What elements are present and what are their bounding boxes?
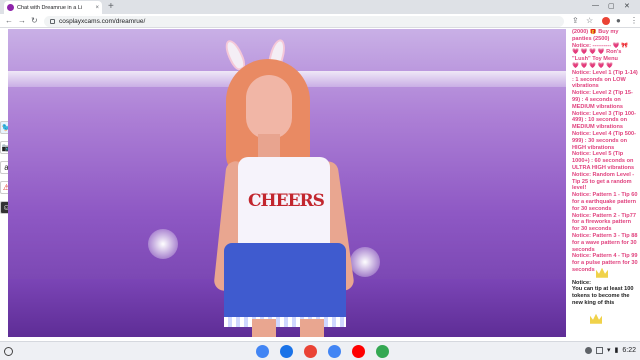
chat-message: 💗 💗 💗 💗 💗 [572, 62, 614, 69]
browser-tab[interactable]: Chat with Dreamrue in a Li × [4, 1, 102, 14]
chat-message: Notice: Level 1 (Tip 1-14) : 1 seconds o… [572, 69, 638, 90]
chat-message: Notice: Level 3 (Tip 100-499) : 10 secon… [572, 110, 636, 131]
maximize-button[interactable]: ▢ [608, 2, 615, 10]
browser-toolbar: ← → ↻ cosplayxcams.com/dreamrue/ ⇪ ☆ ● ⋮ [0, 14, 640, 28]
address-bar[interactable]: cosplayxcams.com/dreamrue/ [44, 16, 564, 27]
extension-icon[interactable] [602, 17, 610, 25]
files-app-icon[interactable] [280, 345, 293, 358]
back-button[interactable]: ← [5, 15, 13, 27]
cheer-skirt [224, 243, 346, 327]
shirt-text: CHEERS [248, 191, 325, 211]
streamer-figure: CHEERS [208, 37, 358, 337]
notification-icon [585, 346, 592, 354]
skirt-trim [224, 317, 346, 327]
gmail-app-icon[interactable] [304, 345, 317, 358]
king-notice: Notice: You can tip at least 100 tokens … [568, 267, 640, 324]
chat-message: "Lush" Toy Menu [572, 56, 618, 63]
chat-message: Notice: Random Level - Tip 25 to get a r… [572, 171, 635, 192]
screen-icon [596, 346, 603, 354]
chat-message: Notice: Pattern 2 - Tip77 for a firework… [572, 212, 636, 233]
chat-message: Notice: Level 2 (Tip 15-99) : 4 seconds … [572, 90, 633, 110]
chrome-app-icon[interactable] [256, 345, 269, 358]
lock-icon [50, 19, 55, 24]
chat-panel: (2000) 🎁 Buy my panties (2500) Notice: --… [568, 29, 640, 341]
light-glow [148, 229, 178, 259]
leg-right [300, 319, 324, 337]
browser-tabstrip: Chat with Dreamrue in a Li × + — ▢ ✕ [0, 0, 640, 14]
chat-message: Notice: Level 5 (Tip 1000+) : 60 seconds… [572, 151, 635, 171]
bookmark-star-icon[interactable]: ☆ [586, 16, 593, 25]
menu-kebab-icon[interactable]: ⋮ [630, 16, 638, 25]
play-store-app-icon[interactable] [376, 345, 389, 358]
wifi-icon: ▾ [607, 347, 611, 354]
clock-text: 6:22 [622, 346, 636, 354]
leg-left [252, 319, 276, 337]
forward-button[interactable]: → [18, 15, 26, 27]
profile-icon[interactable]: ● [616, 16, 621, 25]
video-player[interactable]: CHEERS [8, 29, 566, 337]
king-notice-label: Notice: [572, 279, 591, 286]
chat-message: Notice: Pattern 4 - Tip 99 for a pulse p… [572, 253, 638, 273]
docs-app-icon[interactable] [328, 345, 341, 358]
new-tab-button[interactable]: + [108, 1, 114, 13]
chat-messages: (2000) 🎁 Buy my panties (2500) Notice: --… [568, 29, 640, 274]
page-content: 🐦 📷 a ⚠ ☺ CHEERS (2000) 🎁 Buy my panties… [0, 29, 640, 341]
chat-message: (2000) 🎁 Buy my panties (2500) [572, 29, 619, 42]
close-window-button[interactable]: ✕ [624, 2, 630, 10]
system-tray[interactable]: ▾ ▮ 6:22 [585, 346, 636, 354]
chat-message: Notice: Pattern 3 - Tip 88 for a wave pa… [572, 232, 638, 253]
tab-title: Chat with Dreamrue in a Li [17, 4, 83, 11]
minimize-button[interactable]: — [592, 2, 599, 9]
chat-message: Notice: Pattern 1 - Tip 60 for a earthqu… [572, 192, 638, 212]
url-text: cosplayxcams.com/dreamrue/ [59, 18, 146, 25]
face [246, 75, 292, 139]
reload-button[interactable]: ↻ [31, 15, 38, 27]
tab-close-icon[interactable]: × [95, 5, 99, 11]
launcher-icon[interactable] [4, 347, 13, 356]
site-favicon-icon [7, 4, 14, 11]
battery-icon: ▮ [614, 347, 619, 354]
chat-message: 💗 💗 💗 💗 Ron's [572, 49, 622, 56]
king-notice-text: You can tip at least 100 tokens to becom… [572, 286, 634, 307]
crown-icon [590, 313, 602, 324]
youtube-app-icon[interactable] [352, 345, 365, 358]
share-icon[interactable]: ⇪ [572, 16, 579, 25]
os-taskbar: ▾ ▮ 6:22 [0, 341, 640, 360]
chat-message: Notice: Level 4 (Tip 500-999) : 30 secon… [572, 130, 636, 151]
